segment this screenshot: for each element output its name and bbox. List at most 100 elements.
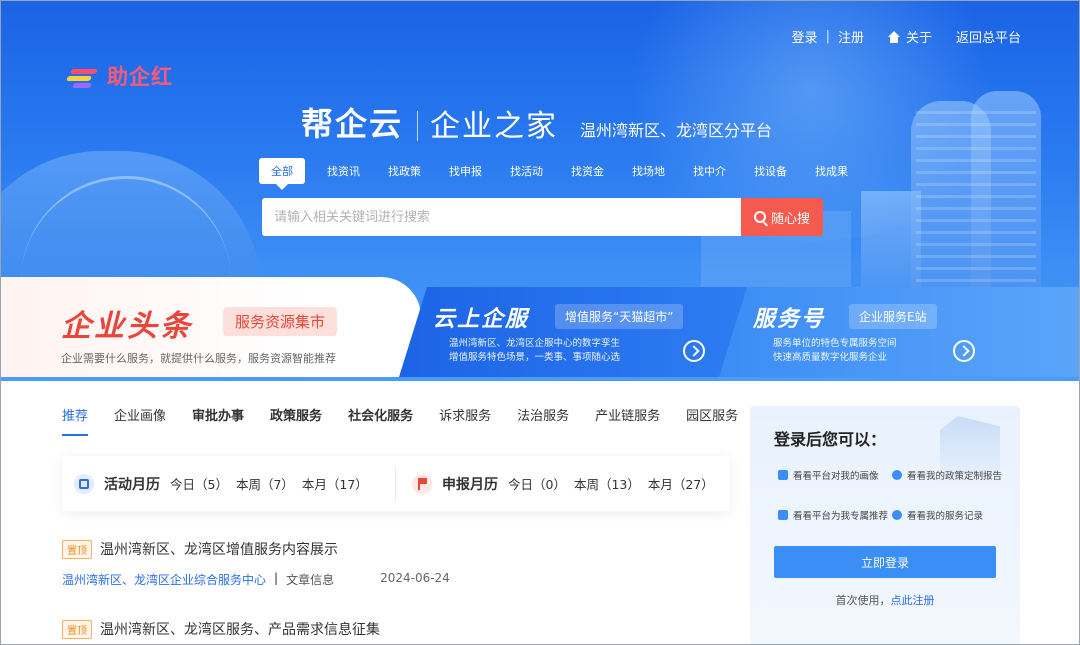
category-tab-venue[interactable]: 找场地 [632,158,665,184]
banner-tag: 增值服务“天猫超市” [555,304,683,329]
pinned-badge: 置顶 [62,619,92,639]
category-tab-declare[interactable]: 找申报 [449,158,482,184]
first-use-label: 首次使用， [835,594,891,607]
login-now-button[interactable]: 立即登录 [774,546,996,578]
service-account-banner[interactable]: 服务号 企业服务E站 服务单位的特色专属服务空间 快速高质量数字化服务企业 [719,287,1079,377]
title-divider [417,111,419,141]
tab-park-service[interactable]: 园区服务 [686,405,738,436]
about-link[interactable]: 关于 [887,27,932,46]
feature-label: 看看平台为我专属推荐 [793,511,889,522]
arrow-right-icon[interactable] [953,340,975,362]
tower-stripes [916,111,1036,291]
nav-divider: | [825,29,830,44]
search-input[interactable] [262,198,741,236]
feature-profile: 看看平台对我的画像 [778,468,879,482]
category-tab-all[interactable]: 全部 [259,158,305,190]
category-tab-equipment[interactable]: 找设备 [754,158,787,184]
report-icon [892,470,902,480]
brand-subtitle: 企业之家 [430,109,559,144]
image-icon [778,510,788,520]
meta-divider: | [274,571,279,585]
search-bar: 随心搜 [262,198,823,236]
category-tab-news[interactable]: 找资讯 [327,158,360,184]
enterprise-headlines-banner[interactable]: 企业头条 服务资源集市 企业需要什么服务，就提供什么服务，服务资源智能推荐 [1,277,421,377]
tab-approval[interactable]: 审批办事 [192,405,244,436]
search-icon [753,211,766,223]
article-source[interactable]: 温州湾新区、龙湾区企业综合服务中心 [62,571,266,588]
category-tab-agency[interactable]: 找中介 [693,158,726,184]
tab-industry-chain[interactable]: 产业链服务 [595,405,660,436]
content-tabs: 推荐 企业画像 审批办事 政策服务 社会化服务 诉求服务 法治服务 产业链服务 … [62,405,764,436]
activity-calendar: 活动月历 今日（5） 本周（7） 本月（17） [62,466,396,501]
feature-label: 看看我的服务记录 [907,511,984,522]
calendar-icon [74,473,94,494]
flag-icon [412,473,432,494]
region-label: 温州湾新区、龙湾区分平台 [580,121,773,140]
brand-title: 帮企云 [301,105,404,143]
feature-recommend: 看看平台为我专属推荐 [778,508,888,522]
feature-policy-report: 看看我的政策定制报告 [892,468,1002,482]
banner-tag: 企业服务E站 [849,304,937,329]
article-type: 文章信息 [286,573,335,587]
home-icon [887,30,900,43]
top-nav: 登录 | 注册 关于 返回总平台 [792,27,1021,46]
activity-calendar-label[interactable]: 活动月历 [104,474,160,494]
tab-social-service[interactable]: 社会化服务 [348,405,413,436]
register-link[interactable]: 注册 [838,27,864,46]
search-button-label: 随心搜 [770,211,810,227]
declare-week[interactable]: 本周（13） [574,474,640,493]
article-title[interactable]: 温州湾新区、龙湾区服务、产品需求信息征集 [100,619,380,639]
category-tab-achievements[interactable]: 找成果 [815,158,848,184]
banner-desc-line2: 快速高质量数字化服务企业 [773,352,888,363]
tab-appeal-service[interactable]: 诉求服务 [439,405,491,436]
banner-desc-line1: 温州湾新区、龙湾区企服中心的数字孪生 [449,338,621,349]
category-tabs: 全部 找资讯 找政策 找申报 找活动 找资金 找场地 找中介 找设备 找成果 [259,158,876,190]
logo[interactable]: 助企红 [66,61,173,91]
article-title[interactable]: 温州湾新区、龙湾区增值服务内容展示 [100,539,338,559]
category-tab-activity[interactable]: 找活动 [510,158,543,184]
category-tab-policy[interactable]: 找政策 [388,158,421,184]
login-panel-heading: 登录后您可以： [774,430,887,449]
list-item[interactable]: 置顶 温州湾新区、龙湾区服务、产品需求信息征集 [62,619,380,639]
activity-week[interactable]: 本周（7） [236,474,294,493]
tab-enterprise-profile[interactable]: 企业画像 [114,405,166,436]
back-to-main-link[interactable]: 返回总平台 [956,27,1021,46]
tab-recommend[interactable]: 推荐 [62,405,89,436]
declare-calendar: 申报月历 今日（0） 本周（13） 本月（27） [396,473,722,494]
declare-calendar-label[interactable]: 申报月历 [442,474,498,494]
cloud-service-banner[interactable]: 云上企服 增值服务“天猫超市” 温州湾新区、龙湾区企服中心的数字孪生 增值服务特… [399,287,759,377]
article-date: 2024-06-24 [380,571,450,585]
about-label: 关于 [905,31,932,46]
logo-mark-icon [66,63,101,89]
banner-desc: 企业需要什么服务，就提供什么服务，服务资源智能推荐 [61,352,336,365]
pinned-badge: 置顶 [62,539,92,559]
page-frame: 登录 | 注册 关于 返回总平台 助企红 帮企云 企业之家 温州湾新区、龙湾区分… [0,0,1080,645]
search-button[interactable]: 随心搜 [741,198,823,236]
activity-month[interactable]: 本月（17） [302,474,368,493]
logo-name: 助企红 [107,65,173,89]
register-now-link[interactable]: 点此注册 [891,594,935,607]
tab-policy-service[interactable]: 政策服务 [270,405,322,436]
record-icon [892,510,902,520]
banner-headline: 企业头条 [61,309,193,344]
banner-headline: 服务号 [753,307,826,332]
banner-desc-line2: 增值服务特色场景，一类事、事项随心选 [449,352,621,363]
category-tab-funds[interactable]: 找资金 [571,158,604,184]
login-panel: 登录后您可以： 看看平台对我的画像 看看我的政策定制报告 看看平台为我专属推荐 … [750,406,1020,644]
feature-service-record: 看看我的服务记录 [892,508,983,522]
activity-today[interactable]: 今日（5） [170,474,228,493]
feature-label: 看看平台对我的画像 [793,471,879,482]
arrow-right-icon[interactable] [683,340,705,362]
banner-tag: 服务资源集市 [223,307,338,336]
feature-label: 看看我的政策定制报告 [907,471,1003,482]
declare-month[interactable]: 本月（27） [648,474,714,493]
declare-today[interactable]: 今日（0） [508,474,566,493]
list-item[interactable]: 置顶 温州湾新区、龙湾区增值服务内容展示 温州湾新区、龙湾区企业综合服务中心 |… [62,539,450,588]
login-link[interactable]: 登录 [792,27,818,46]
first-use-hint: 首次使用，点此注册 [750,592,1020,608]
tab-legal-service[interactable]: 法治服务 [517,405,569,436]
banner-desc-line1: 服务单位的特色专属服务空间 [773,338,897,349]
calendar-summary: 活动月历 今日（5） 本周（7） 本月（17） 申报月历 今日（0） 本周（13… [62,456,730,511]
banner-headline: 云上企服 [433,307,530,332]
hero-title: 帮企云 企业之家 温州湾新区、龙湾区分平台 [301,99,772,145]
